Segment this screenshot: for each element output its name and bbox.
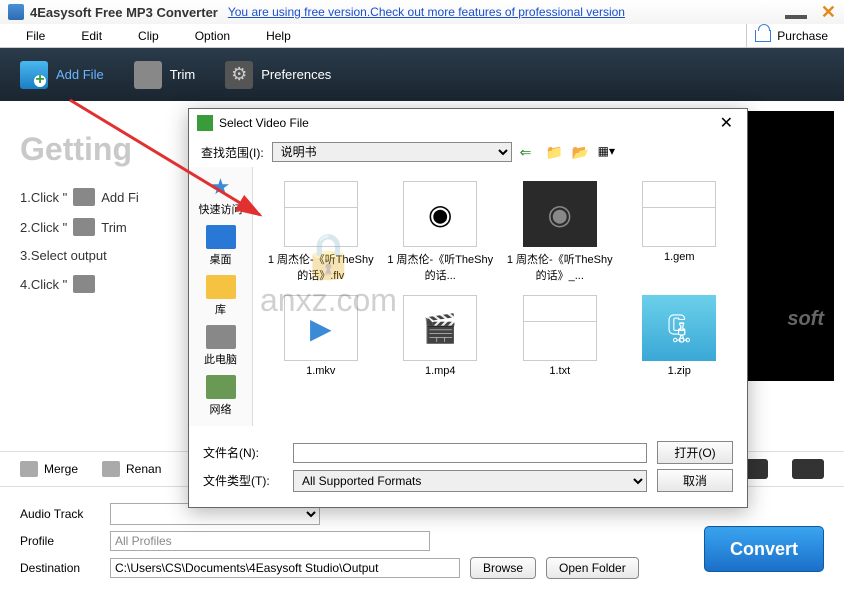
profile-input[interactable] xyxy=(110,531,430,551)
file-item[interactable]: ◉ 1 周杰伦-《听TheShy的话》_... xyxy=(502,177,618,287)
file-item[interactable]: ▶ 1.mkv xyxy=(263,291,379,381)
merge-icon xyxy=(20,461,38,477)
desktop-icon xyxy=(206,225,236,249)
file-item[interactable]: ◉ 1 周杰伦-《听TheShy的话... xyxy=(383,177,499,287)
minimize-button[interactable] xyxy=(785,15,807,19)
file-list: 1 周杰伦-《听TheShy的话》.flv ◉ 1 周杰伦-《听TheShy的话..… xyxy=(253,167,747,426)
network-icon xyxy=(206,375,236,399)
trim-icon xyxy=(134,61,162,89)
lookin-select[interactable]: 说明书 xyxy=(272,142,512,162)
file-name: 1 周杰伦-《听TheShy的话... xyxy=(387,251,495,283)
file-item[interactable]: 1 周杰伦-《听TheShy的话》.flv xyxy=(263,177,379,287)
file-name: 1.mp4 xyxy=(425,365,456,377)
view-menu-icon[interactable]: ▦▾ xyxy=(598,144,616,160)
purchase-button[interactable]: Purchase xyxy=(746,24,836,47)
step2-icon xyxy=(73,218,95,236)
file-name: 1.zip xyxy=(668,365,691,377)
step1-icon xyxy=(73,188,95,206)
file-thumb-icon: ◉ xyxy=(523,181,597,247)
menu-file[interactable]: File xyxy=(8,29,63,43)
file-thumb-icon: ▶ xyxy=(284,295,358,361)
dialog-toolbar: 查找范围(I): 说明书 ⇐ 📁 📂 ▦▾ xyxy=(189,137,747,167)
browse-button[interactable]: Browse xyxy=(470,557,536,579)
main-toolbar: Add File Trim Preferences xyxy=(0,48,844,101)
destination-input[interactable] xyxy=(110,558,460,578)
purchase-label: Purchase xyxy=(777,29,828,43)
menu-option[interactable]: Option xyxy=(177,29,248,43)
cancel-button[interactable]: 取消 xyxy=(657,469,733,492)
sidebar-desktop[interactable]: 桌面 xyxy=(189,221,252,271)
lookin-label: 查找范围(I): xyxy=(201,144,264,161)
cart-icon xyxy=(755,30,771,42)
rename-button[interactable]: Renan xyxy=(102,461,161,477)
filetype-select[interactable]: All Supported Formats xyxy=(293,470,647,492)
dialog-icon xyxy=(197,115,213,131)
sidebar-thispc[interactable]: 此电脑 xyxy=(189,321,252,371)
file-thumb-icon: ◉ xyxy=(403,181,477,247)
filename-label: 文件名(N): xyxy=(203,444,283,461)
dialog-close-button[interactable]: ✕ xyxy=(714,113,739,133)
gear-icon xyxy=(225,61,253,89)
open-folder-button[interactable]: Open Folder xyxy=(546,557,639,579)
merge-button[interactable]: Merge xyxy=(20,461,78,477)
app-title: 4Easysoft Free MP3 Converter xyxy=(30,5,218,20)
sidebar-network[interactable]: 网络 xyxy=(189,371,252,421)
file-thumb-icon xyxy=(523,295,597,361)
file-item[interactable]: 🗜 1.zip xyxy=(622,291,738,381)
convert-button[interactable]: Convert xyxy=(704,526,824,572)
app-logo-icon xyxy=(8,4,24,20)
trim-label: Trim xyxy=(170,67,196,82)
file-item[interactable]: 🎬 1.mp4 xyxy=(383,291,499,381)
sidebar-library[interactable]: 库 xyxy=(189,271,252,321)
library-icon xyxy=(206,275,236,299)
file-name: 1 周杰伦-《听TheShy的话》_... xyxy=(506,251,614,283)
trim-button[interactable]: Trim xyxy=(134,61,196,89)
profile-label: Profile xyxy=(20,534,100,548)
file-thumb-icon xyxy=(284,181,358,247)
new-folder-icon[interactable]: 📂 xyxy=(572,144,590,160)
file-name: 1 周杰伦-《听TheShy的话》.flv xyxy=(267,251,375,283)
pc-icon xyxy=(206,325,236,349)
upgrade-link[interactable]: You are using free version.Check out mor… xyxy=(228,5,625,19)
title-bar: 4Easysoft Free MP3 Converter You are usi… xyxy=(0,0,844,24)
add-file-button[interactable]: Add File xyxy=(20,61,104,89)
preferences-button[interactable]: Preferences xyxy=(225,61,331,89)
dialog-title: Select Video File xyxy=(219,116,309,130)
dialog-titlebar: Select Video File ✕ xyxy=(189,109,747,137)
menu-help[interactable]: Help xyxy=(248,29,309,43)
preferences-label: Preferences xyxy=(261,67,331,82)
camera-button[interactable] xyxy=(792,459,824,479)
menu-edit[interactable]: Edit xyxy=(63,29,120,43)
file-dialog: Select Video File ✕ 查找范围(I): 说明书 ⇐ 📁 📂 ▦… xyxy=(188,108,748,508)
audio-track-label: Audio Track xyxy=(20,507,100,521)
menu-clip[interactable]: Clip xyxy=(120,29,177,43)
up-folder-icon[interactable]: 📁 xyxy=(546,144,564,160)
file-name: 1.mkv xyxy=(306,365,335,377)
file-item[interactable]: 1.txt xyxy=(502,291,618,381)
menu-bar: File Edit Clip Option Help Purchase xyxy=(0,24,844,48)
preview-watermark: soft xyxy=(787,308,824,331)
close-button[interactable]: ✕ xyxy=(821,2,836,23)
destination-label: Destination xyxy=(20,561,100,575)
filename-input[interactable] xyxy=(293,443,647,463)
star-icon: ★ xyxy=(206,175,236,199)
dialog-footer: 文件名(N): 打开(O) 文件类型(T): All Supported For… xyxy=(189,426,747,507)
file-thumb-icon: 🎬 xyxy=(403,295,477,361)
back-icon[interactable]: ⇐ xyxy=(520,144,538,160)
add-file-label: Add File xyxy=(56,67,104,82)
step4-icon xyxy=(73,275,95,293)
open-button[interactable]: 打开(O) xyxy=(657,441,733,464)
filetype-label: 文件类型(T): xyxy=(203,472,283,489)
file-name: 1.gem xyxy=(664,251,695,263)
file-thumb-icon xyxy=(642,181,716,247)
file-item[interactable]: 1.gem xyxy=(622,177,738,287)
file-thumb-icon: 🗜 xyxy=(642,295,716,361)
rename-icon xyxy=(102,461,120,477)
sidebar-quick-access[interactable]: ★ 快速访问 xyxy=(189,171,252,221)
file-name: 1.txt xyxy=(549,365,570,377)
add-file-icon xyxy=(20,61,48,89)
dialog-sidebar: ★ 快速访问 桌面 库 此电脑 网络 xyxy=(189,167,253,426)
